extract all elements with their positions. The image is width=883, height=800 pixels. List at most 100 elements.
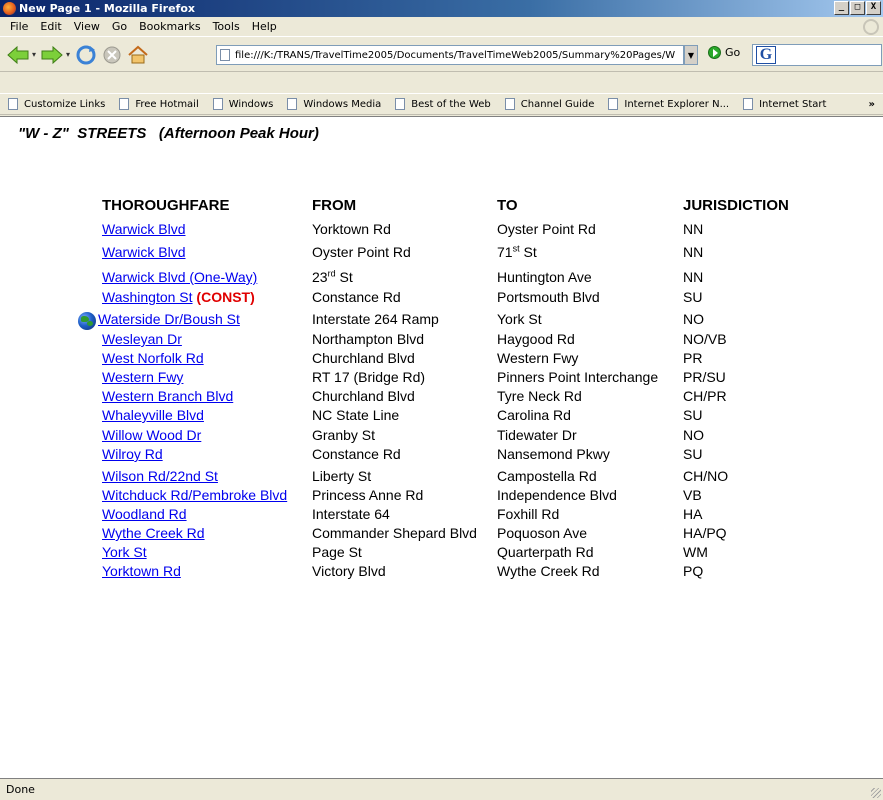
street-link[interactable]: York St	[102, 544, 147, 560]
street-link[interactable]: Yorktown Rd	[102, 563, 181, 579]
page-title: "W - Z" STREETS (Afternoon Peak Hour)	[18, 125, 319, 142]
to-cell: York St	[497, 311, 542, 327]
from-cell: 23rd St	[312, 269, 353, 285]
street-link[interactable]: Washington St	[102, 289, 193, 305]
from-cell: Constance Rd	[312, 446, 401, 462]
resize-grip-icon[interactable]	[871, 788, 881, 798]
from-cell: Interstate 264 Ramp	[312, 311, 439, 327]
url-bar[interactable]: file:///K:/TRANS/TravelTime2005/Document…	[216, 45, 684, 65]
minimize-button[interactable]: _	[834, 1, 849, 15]
jurisdiction-cell: NO	[683, 427, 704, 443]
bookmark-page-icon	[212, 98, 223, 110]
menu-bookmarks[interactable]: Bookmarks	[133, 20, 206, 33]
jurisdiction-cell: PR	[683, 350, 703, 366]
to-cell: Western Fwy	[497, 350, 579, 366]
bookmark-page-icon	[743, 98, 754, 110]
menu-view[interactable]: View	[68, 20, 106, 33]
search-input[interactable]: G	[752, 44, 882, 66]
bookmark-windows[interactable]: Windows	[212, 98, 273, 110]
construction-badge: (CONST)	[196, 289, 255, 305]
table-row: Yorktown Rd Victory Blvd Wythe Creek Rd …	[0, 563, 883, 582]
to-cell: Quarterpath Rd	[497, 544, 594, 560]
street-link[interactable]: Wilson Rd/22nd St	[102, 468, 218, 484]
street-link[interactable]: Waterside Dr/Boush St	[98, 311, 240, 327]
throbber-icon	[863, 19, 879, 35]
street-link[interactable]: West Norfolk Rd	[102, 350, 204, 366]
bookmarks-overflow-chevron[interactable]: »	[869, 99, 875, 110]
bookmark-page-icon	[8, 98, 18, 110]
home-button[interactable]	[126, 43, 150, 67]
forward-arrow-icon	[41, 45, 63, 64]
go-button[interactable]: Go	[708, 46, 740, 59]
from-cell: Churchland Blvd	[312, 388, 415, 404]
from-cell: Interstate 64	[312, 506, 390, 522]
from-cell: NC State Line	[312, 407, 400, 423]
to-cell: Poquoson Ave	[497, 525, 588, 541]
street-link[interactable]: Witchduck Rd/Pembroke Blvd	[102, 487, 287, 503]
column-header-jurisdiction: JURISDICTION	[683, 197, 789, 214]
jurisdiction-cell: SU	[683, 289, 703, 305]
window-title: New Page 1 - Mozilla Firefox	[19, 2, 195, 15]
from-cell: RT 17 (Bridge Rd)	[312, 369, 426, 385]
street-link[interactable]: Whaleyville Blvd	[102, 407, 204, 423]
forward-dropdown-icon[interactable]: ▾	[66, 50, 70, 59]
street-link[interactable]: Warwick Blvd	[102, 221, 186, 237]
jurisdiction-cell: VB	[683, 487, 702, 503]
street-link[interactable]: Warwick Blvd (One-Way)	[102, 269, 257, 285]
menu-help[interactable]: Help	[246, 20, 283, 33]
menu-tools[interactable]: Tools	[207, 20, 246, 33]
jurisdiction-cell: SU	[683, 407, 703, 423]
from-number: 23	[312, 269, 328, 285]
go-icon	[708, 46, 721, 59]
back-arrow-icon	[7, 45, 29, 64]
from-ordinal-suffix: rd	[327, 268, 336, 279]
street-link[interactable]: Western Fwy	[102, 369, 183, 385]
bookmark-customize-links[interactable]: Customize Links	[8, 98, 105, 110]
menu-go[interactable]: Go	[106, 20, 133, 33]
bookmark-internet-explorer-news[interactable]: Internet Explorer N...	[608, 98, 729, 110]
table-row: Wilroy Rd Constance Rd Nansemond Pkwy SU	[0, 446, 883, 465]
jurisdiction-cell: NN	[683, 221, 704, 237]
globe-icon[interactable]	[78, 312, 96, 330]
back-button[interactable]	[6, 43, 30, 67]
bookmark-channel-guide[interactable]: Channel Guide	[504, 98, 594, 110]
jurisdiction-cell: PR/SU	[683, 369, 726, 385]
from-cell: Commander Shepard Blvd	[312, 525, 477, 541]
forward-button[interactable]	[40, 43, 64, 67]
street-link[interactable]: Woodland Rd	[102, 506, 187, 522]
menu-edit[interactable]: Edit	[34, 20, 67, 33]
table-row: Warwick Blvd (One-Way) 23rd St Huntingto…	[0, 269, 883, 288]
jurisdiction-cell: CH/PR	[683, 388, 727, 404]
table-row: Warwick Blvd Oyster Point Rd 71st St NN	[0, 244, 883, 263]
bookmark-windows-media[interactable]: Windows Media	[287, 98, 381, 110]
stop-button[interactable]	[100, 43, 124, 67]
google-search-icon[interactable]: G	[756, 46, 776, 64]
window-title-bar: New Page 1 - Mozilla Firefox _ □ X	[0, 0, 883, 17]
url-dropdown-button[interactable]: ▼	[684, 45, 698, 65]
back-dropdown-icon[interactable]: ▾	[32, 50, 36, 59]
to-street-type: St	[519, 244, 537, 260]
bookmark-free-hotmail[interactable]: Free Hotmail	[119, 98, 199, 110]
maximize-button[interactable]: □	[850, 1, 865, 15]
street-link[interactable]: Willow Wood Dr	[102, 427, 201, 443]
street-link[interactable]: Wythe Creek Rd	[102, 525, 205, 541]
menu-file[interactable]: File	[4, 20, 34, 33]
from-cell: Victory Blvd	[312, 563, 386, 579]
close-button[interactable]: X	[866, 1, 881, 15]
street-link[interactable]: Wesleyan Dr	[102, 331, 182, 347]
bookmark-internet-start[interactable]: Internet Start	[743, 98, 826, 110]
street-link[interactable]: Wilroy Rd	[102, 446, 163, 462]
bookmark-best-of-the-web[interactable]: Best of the Web	[395, 98, 491, 110]
to-cell: Wythe Creek Rd	[497, 563, 600, 579]
bookmark-page-icon	[504, 98, 515, 110]
jurisdiction-cell: CH/NO	[683, 468, 729, 484]
table-row: West Norfolk Rd Churchland Blvd Western …	[0, 350, 883, 369]
street-link[interactable]: Warwick Blvd	[102, 244, 186, 260]
column-header-thoroughfare: THOROUGHFARE	[102, 197, 230, 214]
street-link[interactable]: Western Branch Blvd	[102, 388, 233, 404]
to-ordinal-suffix: st	[512, 243, 520, 254]
from-cell: Yorktown Rd	[312, 221, 391, 237]
to-cell: Tyre Neck Rd	[497, 388, 582, 404]
reload-button[interactable]	[74, 43, 98, 67]
jurisdiction-cell: NO/VB	[683, 331, 727, 347]
